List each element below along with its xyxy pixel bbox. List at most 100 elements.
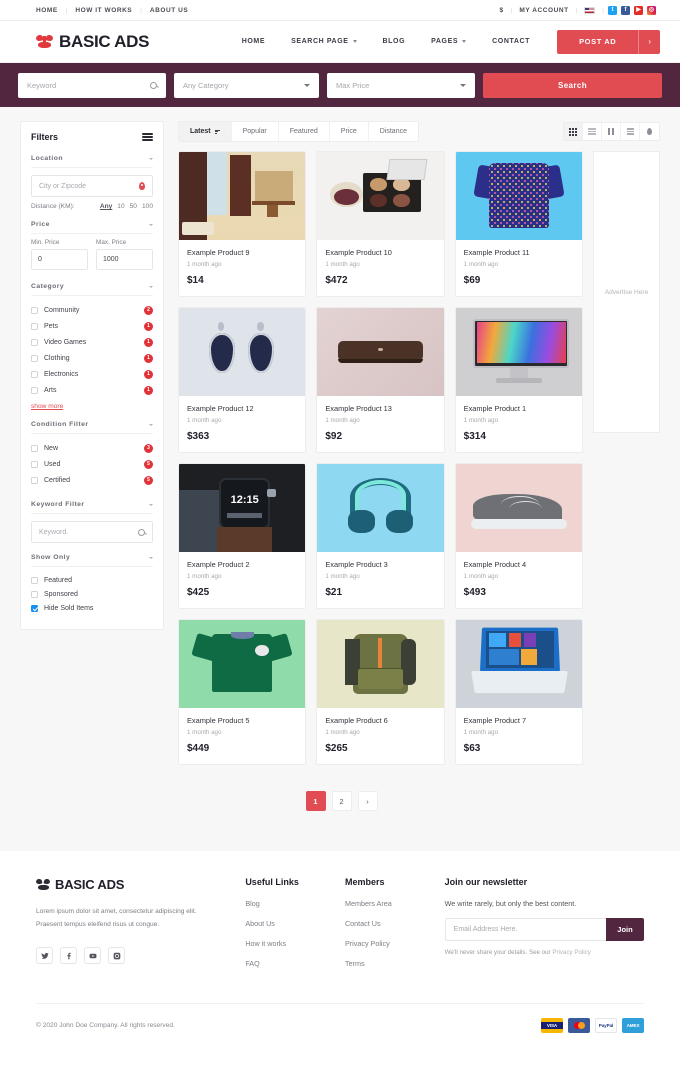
condition-item-row[interactable]: Certified 5 bbox=[31, 472, 153, 488]
condition-item-row[interactable]: New 3 bbox=[31, 440, 153, 456]
product-image-makeup-palette[interactable] bbox=[317, 152, 444, 240]
search-keyword-input[interactable]: Keyword bbox=[18, 72, 166, 98]
sliders-icon[interactable] bbox=[142, 133, 153, 141]
distance-option-any[interactable]: Any bbox=[100, 203, 112, 210]
location-pin-icon[interactable] bbox=[139, 182, 145, 190]
product-image-smartwatch[interactable]: 12:15 bbox=[179, 464, 306, 552]
checkbox-pets[interactable] bbox=[31, 322, 38, 330]
nav-home[interactable]: HOME bbox=[229, 38, 278, 45]
product-card[interactable]: Example Product 3 1 month ago $21 bbox=[316, 463, 445, 609]
youtube-icon[interactable] bbox=[84, 947, 101, 965]
footer-link-about-us[interactable]: About Us bbox=[245, 919, 345, 928]
currency-selector[interactable]: $ bbox=[493, 7, 511, 14]
keyword-filter-input[interactable]: Keyword. bbox=[31, 521, 153, 543]
checkbox-electronics[interactable] bbox=[31, 370, 38, 378]
facebook-icon[interactable]: f bbox=[621, 5, 630, 15]
product-title[interactable]: Example Product 3 bbox=[325, 560, 435, 569]
footer-link-how-it-works[interactable]: How it works bbox=[245, 939, 345, 948]
privacy-policy-link[interactable]: Privacy Policy bbox=[552, 949, 591, 956]
max-price-input[interactable]: 1000 bbox=[96, 249, 153, 270]
product-card[interactable]: Example Product 9 1 month ago $14 bbox=[178, 151, 307, 297]
product-image-floral-dress[interactable] bbox=[455, 152, 582, 240]
product-image-air-conditioner[interactable] bbox=[317, 308, 444, 396]
checkbox-hide-sold-items[interactable] bbox=[31, 604, 38, 612]
product-title[interactable]: Example Product 11 bbox=[464, 248, 574, 257]
list-view-icon[interactable] bbox=[621, 123, 640, 140]
min-price-input[interactable]: 0 bbox=[31, 249, 88, 270]
search-price-select[interactable]: Max Price bbox=[327, 72, 475, 98]
topnav-how-it-works[interactable]: HOW IT WORKS bbox=[67, 7, 140, 14]
checkbox-certified[interactable] bbox=[31, 476, 38, 484]
pagination-page-2[interactable]: 2 bbox=[331, 791, 352, 811]
show-only-item-row[interactable]: Sponsored bbox=[31, 587, 153, 601]
product-card[interactable]: 12:15 Example Product 2 1 month ago $425 bbox=[178, 463, 307, 609]
product-title[interactable]: Example Product 5 bbox=[187, 716, 297, 725]
topnav-about-us[interactable]: ABOUT US bbox=[142, 7, 196, 14]
us-flag-icon[interactable] bbox=[584, 6, 596, 14]
category-item-row[interactable]: Arts 1 bbox=[31, 382, 153, 398]
product-image-sneaker[interactable] bbox=[455, 464, 582, 552]
search-submit-button[interactable]: Search bbox=[483, 72, 662, 98]
checkbox-new[interactable] bbox=[31, 444, 38, 452]
product-card[interactable]: Example Product 11 1 month ago $69 bbox=[454, 151, 583, 297]
product-image-laptop[interactable] bbox=[455, 620, 582, 708]
checkbox-arts[interactable] bbox=[31, 386, 38, 394]
product-image-soccer-jersey[interactable] bbox=[179, 620, 306, 708]
category-item-row[interactable]: Video Games 1 bbox=[31, 334, 153, 350]
nav-pages[interactable]: PAGES bbox=[418, 38, 479, 45]
logo[interactable]: BASIC ADS bbox=[35, 32, 149, 52]
product-title[interactable]: Example Product 2 bbox=[187, 560, 297, 569]
show-only-item-row[interactable]: Hide Sold Items bbox=[31, 601, 153, 615]
product-title[interactable]: Example Product 10 bbox=[325, 248, 435, 257]
sort-tab-featured[interactable]: Featured bbox=[279, 122, 330, 141]
rows-view-icon[interactable] bbox=[583, 123, 602, 140]
product-card[interactable]: Example Product 7 1 month ago $63 bbox=[454, 619, 583, 765]
product-image-headphones[interactable] bbox=[317, 464, 444, 552]
twitter-icon[interactable] bbox=[36, 947, 53, 965]
sort-tab-price[interactable]: Price bbox=[330, 122, 369, 141]
distance-option-100[interactable]: 100 bbox=[142, 203, 153, 210]
youtube-icon[interactable]: ▶ bbox=[634, 5, 643, 15]
sort-tab-latest[interactable]: Latest bbox=[179, 122, 232, 141]
instagram-icon[interactable]: ◎ bbox=[647, 5, 656, 15]
twitter-icon[interactable]: t bbox=[608, 5, 617, 15]
nav-contact[interactable]: CONTACT bbox=[479, 38, 543, 45]
filter-group-keyword[interactable]: Keyword Filter bbox=[31, 496, 153, 514]
search-category-select[interactable]: Any Category bbox=[174, 72, 319, 98]
product-image-room-interior[interactable] bbox=[179, 152, 306, 240]
product-card[interactable]: Example Product 4 1 month ago $493 bbox=[454, 463, 583, 609]
sort-tab-popular[interactable]: Popular bbox=[232, 122, 279, 141]
checkbox-featured[interactable] bbox=[31, 576, 38, 584]
checkbox-sponsored[interactable] bbox=[31, 590, 38, 598]
show-only-item-row[interactable]: Featured bbox=[31, 573, 153, 587]
product-card[interactable]: Example Product 5 1 month ago $449 bbox=[178, 619, 307, 765]
filter-group-location[interactable]: Location bbox=[31, 150, 153, 168]
post-ad-button[interactable]: POST AD › bbox=[557, 29, 660, 54]
email-field[interactable]: Email Address Here. bbox=[444, 918, 606, 941]
footer-link-terms[interactable]: Terms bbox=[345, 959, 445, 968]
product-title[interactable]: Example Product 1 bbox=[464, 404, 574, 413]
product-card[interactable]: Example Product 10 1 month ago $472 bbox=[316, 151, 445, 297]
footer-logo[interactable]: BASIC ADS bbox=[35, 877, 245, 892]
product-card[interactable]: Example Product 6 1 month ago $265 bbox=[316, 619, 445, 765]
advertise-here-banner[interactable]: Advertise Here bbox=[593, 151, 660, 433]
sort-tab-distance[interactable]: Distance bbox=[369, 122, 418, 141]
footer-link-blog[interactable]: Blog bbox=[245, 899, 345, 908]
city-zipcode-input[interactable]: City or Zipcode bbox=[31, 175, 153, 197]
checkbox-video-games[interactable] bbox=[31, 338, 38, 346]
product-image-imac-monitor[interactable] bbox=[455, 308, 582, 396]
product-title[interactable]: Example Product 9 bbox=[187, 248, 297, 257]
category-item-row[interactable]: Community 2 bbox=[31, 302, 153, 318]
filter-group-price[interactable]: Price bbox=[31, 216, 153, 234]
grid-view-icon[interactable] bbox=[564, 123, 583, 140]
checkbox-community[interactable] bbox=[31, 306, 38, 314]
topnav-home[interactable]: HOME bbox=[36, 7, 66, 14]
category-item-row[interactable]: Pets 1 bbox=[31, 318, 153, 334]
join-button[interactable]: Join bbox=[606, 918, 644, 941]
footer-link-faq[interactable]: FAQ bbox=[245, 959, 345, 968]
product-image-backpack[interactable] bbox=[317, 620, 444, 708]
filter-group-condition[interactable]: Condition Filter bbox=[31, 416, 153, 434]
checkbox-clothing[interactable] bbox=[31, 354, 38, 362]
product-title[interactable]: Example Product 4 bbox=[464, 560, 574, 569]
pagination-page-1[interactable]: 1 bbox=[305, 791, 326, 811]
